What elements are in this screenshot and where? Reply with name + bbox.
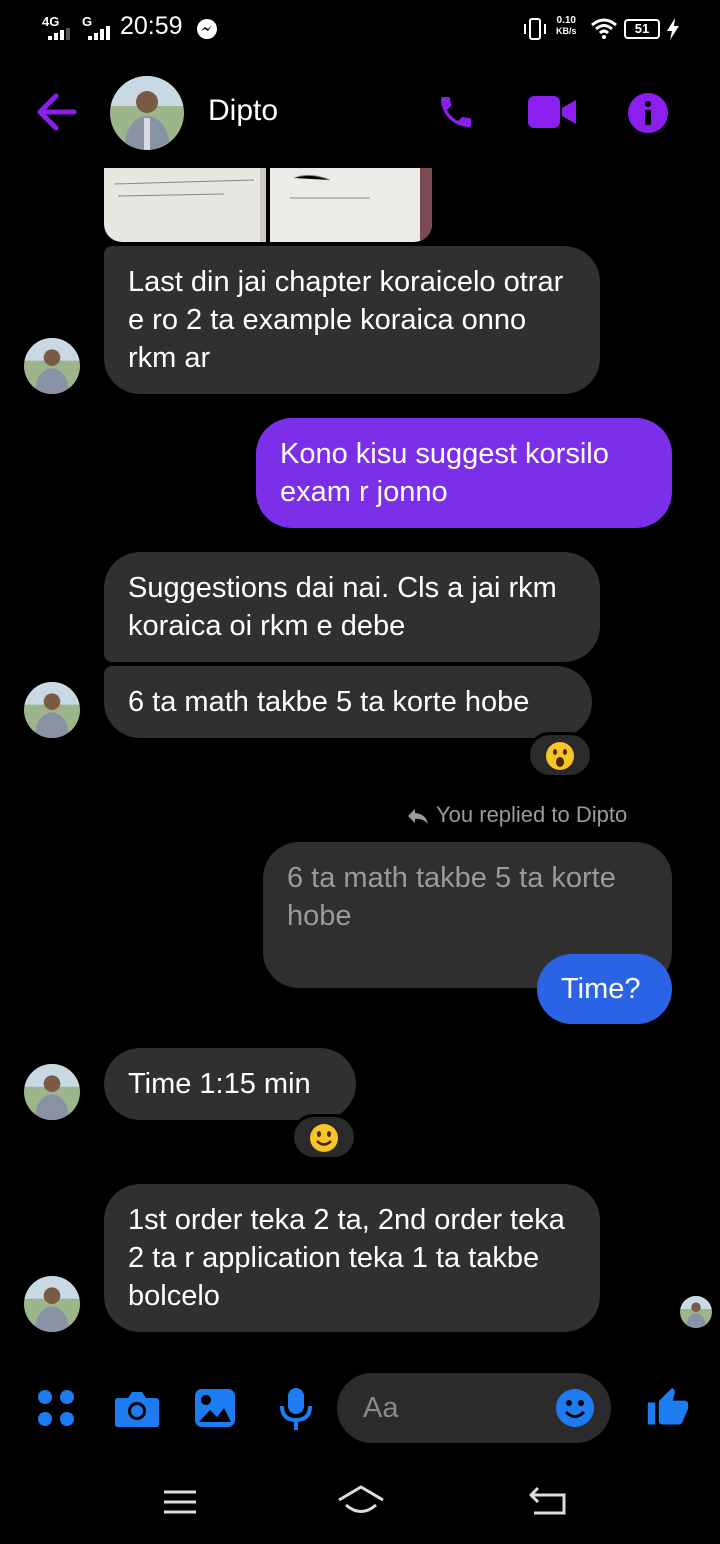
battery-indicator: 51 [624, 19, 660, 39]
camera-icon[interactable] [114, 1390, 160, 1428]
thumbs-up-icon[interactable] [646, 1386, 690, 1430]
vibrate-icon [524, 18, 546, 40]
message-input[interactable] [361, 1391, 541, 1426]
contact-name[interactable]: Dipto [208, 94, 278, 128]
reply-note: You replied to Dipto [406, 802, 627, 828]
speed-value: 0.10 [556, 15, 576, 26]
message-bubble-outgoing[interactable]: Kono kisu suggest korsilo exam r jonno [256, 418, 672, 528]
message-bubble-incoming[interactable]: 6 ta math takbe 5 ta korte hobe [104, 666, 592, 738]
wifi-icon [591, 18, 617, 39]
network-speed: 0.10 KB/s [556, 15, 577, 37]
contact-avatar[interactable] [110, 76, 184, 150]
photo-attachment[interactable] [270, 168, 432, 242]
message-text: Kono kisu suggest korsilo exam r jonno [280, 438, 609, 508]
reply-note-text: You replied to Dipto [436, 802, 628, 827]
message-bubble-incoming[interactable]: 1st order teka 2 ta, 2nd order teka 2 ta… [104, 1184, 600, 1332]
reaction-badge[interactable] [291, 1114, 357, 1160]
message-text: Time 1:15 min [128, 1068, 311, 1100]
phone-icon[interactable] [436, 92, 476, 132]
message-text: Time? [561, 973, 641, 1005]
message-text: 1st order teka 2 ta, 2nd order teka 2 ta… [128, 1204, 565, 1312]
sender-avatar[interactable] [24, 1064, 80, 1120]
message-text: 6 ta math takbe 5 ta korte hobe [128, 686, 530, 718]
surprised-emoji-icon [546, 742, 574, 770]
photo-attachment[interactable] [104, 168, 266, 242]
message-bubble-outgoing[interactable]: Time? [537, 954, 672, 1024]
message-bubble-incoming[interactable]: Suggestions dai nai. Cls a jai rkm korai… [104, 552, 600, 662]
seen-avatar [680, 1296, 712, 1328]
menu-dots-icon[interactable] [36, 1388, 76, 1428]
reply-arrow-icon [408, 809, 428, 824]
message-text: Last din jai chapter koraicelo otrar e r… [128, 266, 564, 374]
message-text: Suggestions dai nai. Cls a jai rkm korai… [128, 572, 557, 642]
sender-avatar[interactable] [24, 338, 80, 394]
back-arrow-icon[interactable] [34, 92, 78, 132]
home-icon[interactable] [336, 1484, 386, 1518]
speed-unit: KB/s [556, 26, 577, 36]
message-composer[interactable] [337, 1373, 611, 1443]
emoji-icon[interactable] [555, 1388, 595, 1428]
status-bar: 4G G 20:59 0.10 KB/s 51 [0, 0, 720, 56]
reaction-badge[interactable] [527, 732, 593, 778]
message-bubble-incoming[interactable]: Last din jai chapter koraicelo otrar e r… [104, 246, 600, 394]
charging-icon [667, 18, 679, 40]
sender-avatar[interactable] [24, 682, 80, 738]
smile-emoji-icon [310, 1124, 338, 1152]
video-icon[interactable] [528, 94, 576, 130]
signal-1-icon [48, 28, 70, 40]
message-bubble-incoming[interactable]: Time 1:15 min [104, 1048, 356, 1120]
gallery-icon[interactable] [194, 1388, 236, 1428]
messenger-notification-icon [197, 19, 217, 39]
sender-avatar[interactable] [24, 1276, 80, 1332]
back-icon[interactable] [528, 1486, 568, 1516]
info-icon[interactable] [627, 92, 669, 134]
mic-icon[interactable] [278, 1386, 314, 1432]
recent-apps-icon[interactable] [162, 1488, 198, 1516]
signal-2-icon [88, 26, 110, 40]
quoted-text: 6 ta math takbe 5 ta korte hobe [287, 862, 616, 932]
network-4g-label: 4G [42, 14, 60, 29]
clock: 20:59 [120, 12, 183, 40]
